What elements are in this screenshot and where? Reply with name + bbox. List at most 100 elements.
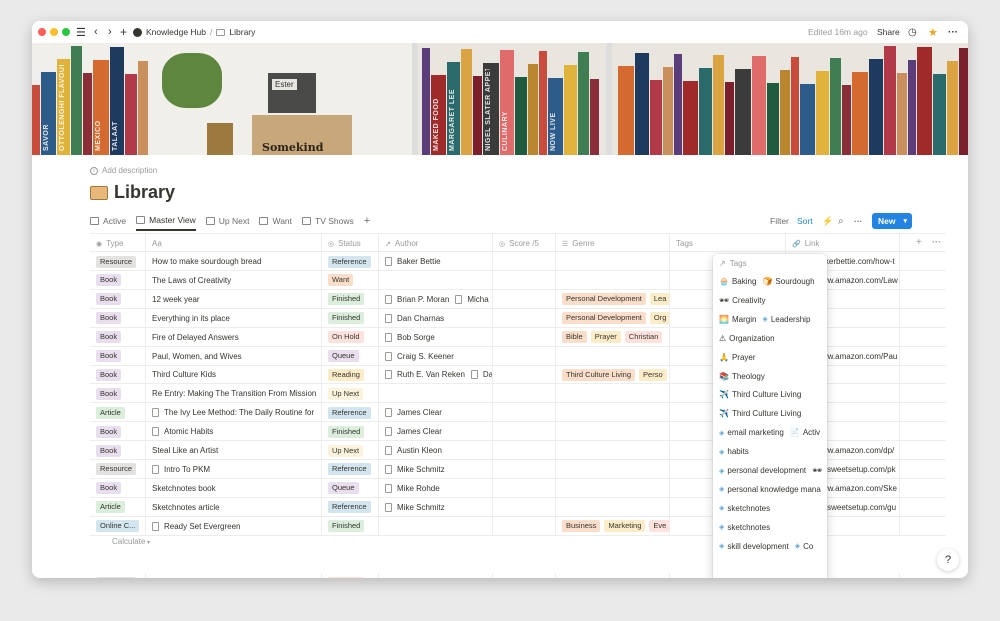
- author-link[interactable]: Mike Schmitz: [397, 465, 445, 474]
- column-header-tags[interactable]: Tags: [670, 234, 786, 253]
- genre-cell[interactable]: [556, 270, 670, 290]
- page-name[interactable]: 12 week year: [152, 295, 200, 304]
- genre-cell[interactable]: [556, 346, 670, 366]
- status-cell[interactable]: Up Next: [322, 384, 379, 404]
- status-cell[interactable]: Reference: [322, 403, 379, 423]
- tag-item[interactable]: ◈ personal knowledge mana: [719, 485, 821, 494]
- tag-item[interactable]: 🕶 Creativity: [719, 296, 766, 305]
- cover-image[interactable]: SAVOR OTTOLENGHI FLAVOUR MEXICO TALAAT MAKED…: [32, 43, 968, 155]
- score-cell[interactable]: [493, 327, 556, 347]
- name-cell[interactable]: 12 week year: [146, 289, 322, 309]
- type-cell[interactable]: Resource: [90, 573, 146, 578]
- author-cell[interactable]: Mike Schmitz: [379, 459, 493, 479]
- add-column-icon[interactable]: +: [916, 237, 922, 248]
- name-cell[interactable]: The Laws of Creativity: [146, 270, 322, 290]
- tag-item[interactable]: ◈ Leadership: [762, 315, 810, 324]
- filter-button[interactable]: Filter: [770, 213, 789, 229]
- tags-row[interactable]: ◈ personal knowledge mana: [713, 480, 827, 499]
- maximize-window-button[interactable]: [62, 28, 70, 36]
- tags-row[interactable]: 🕶 Creativity: [713, 291, 827, 310]
- name-cell[interactable]: Ready Set Evergreen: [146, 516, 322, 536]
- type-cell[interactable]: Article: [90, 403, 146, 423]
- genre-cell[interactable]: [556, 252, 670, 271]
- tags-row[interactable]: 🌅 Margin ◈ Leadership: [713, 310, 827, 329]
- status-cell[interactable]: Want: [322, 270, 379, 290]
- name-cell[interactable]: How to make sourdough bread: [146, 252, 322, 271]
- author-cell[interactable]: Baker Bettie: [379, 252, 493, 271]
- book-icon[interactable]: [90, 185, 108, 200]
- tab-tv-shows[interactable]: TV Shows: [302, 211, 354, 231]
- tag-item[interactable]: ◈ email marketing: [719, 428, 784, 437]
- score-cell[interactable]: [493, 308, 556, 328]
- column-header-genre[interactable]: ☰ Genre: [556, 234, 670, 253]
- page-name[interactable]: Fire of Delayed Answers: [152, 333, 239, 342]
- page-title-text[interactable]: Library: [114, 182, 175, 203]
- page-name[interactable]: Intro To PKM: [164, 465, 210, 474]
- type-cell[interactable]: Online C...: [90, 516, 146, 536]
- genre-cell[interactable]: [556, 384, 670, 404]
- tag-item[interactable]: 🕶: [812, 466, 825, 475]
- genre-cell[interactable]: Personal Development Lea: [556, 289, 670, 309]
- author-cell[interactable]: [379, 516, 493, 536]
- tags-row[interactable]: ◈ personal development 🕶: [713, 461, 827, 480]
- author-link[interactable]: Micha: [467, 295, 488, 304]
- column-header-status[interactable]: ◎ Status: [322, 234, 379, 253]
- author-cell[interactable]: Mike Schmitz: [379, 497, 493, 517]
- status-cell[interactable]: Finished: [322, 516, 379, 536]
- genre-cell[interactable]: [556, 422, 670, 442]
- score-cell[interactable]: [493, 346, 556, 366]
- tags-row[interactable]: ◈writing: [713, 574, 827, 578]
- tags-row[interactable]: ◈ sketchnotes: [713, 499, 827, 518]
- automation-bolt-icon[interactable]: ⚡: [822, 213, 833, 229]
- tags-row[interactable]: ✈️ Third Culture Living: [713, 404, 827, 423]
- share-button[interactable]: Share: [877, 21, 900, 43]
- status-cell[interactable]: Up Next: [322, 441, 379, 460]
- status-cell[interactable]: Reference: [322, 497, 379, 517]
- type-cell[interactable]: Article: [90, 497, 146, 517]
- genre-cell[interactable]: [556, 573, 670, 578]
- forward-arrow-icon[interactable]: ›: [108, 21, 112, 43]
- name-cell[interactable]: The Ivy Lee Method: The Daily Routine fo…: [146, 403, 322, 423]
- status-cell[interactable]: Reference: [322, 459, 379, 479]
- name-cell[interactable]: Sketchnotes book: [146, 478, 322, 498]
- status-cell[interactable]: Queue: [322, 346, 379, 366]
- score-cell[interactable]: [493, 497, 556, 517]
- type-cell[interactable]: Book: [90, 346, 146, 366]
- author-link[interactable]: Craig S. Keener: [397, 352, 454, 361]
- breadcrumb-workspace[interactable]: Knowledge Hub: [146, 27, 206, 37]
- type-cell[interactable]: Book: [90, 270, 146, 290]
- page-name[interactable]: Sketchnotes book: [152, 484, 216, 493]
- score-cell[interactable]: [493, 441, 556, 460]
- status-cell[interactable]: Finished: [322, 422, 379, 442]
- sort-button[interactable]: Sort: [797, 213, 813, 229]
- name-cell[interactable]: Bear or Ulysses?: [146, 573, 322, 578]
- name-cell[interactable]: Atomic Habits: [146, 422, 322, 442]
- author-cell[interactable]: Dan Charnas: [379, 308, 493, 328]
- column-header-link[interactable]: 🔗 Link: [786, 234, 900, 253]
- author-link[interactable]: Austin Kleon: [397, 446, 442, 455]
- tag-item[interactable]: ✈️ Third Culture Living: [719, 390, 801, 399]
- tag-item[interactable]: 🙏 Prayer: [719, 353, 756, 362]
- type-cell[interactable]: Book: [90, 441, 146, 460]
- author-cell[interactable]: Brian P. Moran Micha: [379, 289, 493, 309]
- tags-row[interactable]: 📚 Theology: [713, 367, 827, 386]
- type-cell[interactable]: Book: [90, 422, 146, 442]
- page-name[interactable]: Atomic Habits: [164, 427, 213, 436]
- page-name[interactable]: The Laws of Creativity: [152, 276, 231, 285]
- author-cell[interactable]: Bob Sorge: [379, 327, 493, 347]
- score-cell[interactable]: [493, 365, 556, 385]
- tags-row[interactable]: ◈ sketchnotes: [713, 518, 827, 537]
- tab-want[interactable]: Want: [259, 211, 292, 231]
- status-cell[interactable]: Queue: [322, 478, 379, 498]
- column-header-score[interactable]: ◎ Score /5: [493, 234, 556, 253]
- add-view-icon[interactable]: +: [364, 215, 370, 227]
- tags-row[interactable]: ◈ habits: [713, 442, 827, 461]
- score-cell[interactable]: [493, 289, 556, 309]
- tag-item[interactable]: ⚠ Organization: [719, 334, 775, 343]
- author-link[interactable]: James Clear: [397, 427, 442, 436]
- genre-cell[interactable]: [556, 478, 670, 498]
- tag-item[interactable]: ◈ habits: [719, 447, 749, 456]
- add-icon[interactable]: +: [120, 21, 127, 43]
- author-link[interactable]: James Clear: [397, 408, 442, 417]
- author-link[interactable]: Baker Bettie: [397, 257, 441, 266]
